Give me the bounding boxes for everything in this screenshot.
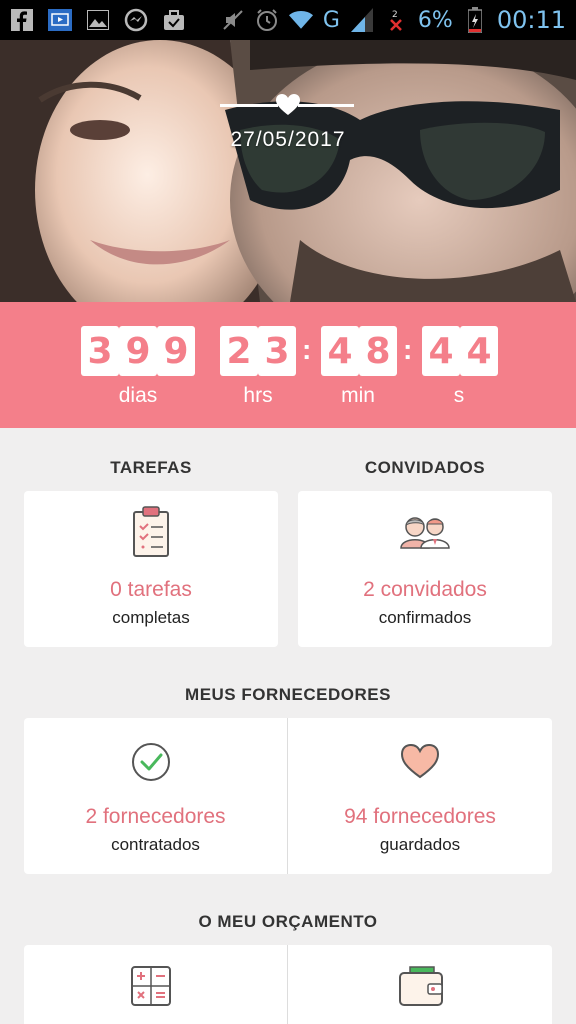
hired-suppliers-count: 2 fornecedores (85, 805, 226, 828)
countdown-digit: 3 (81, 326, 119, 376)
days-label: dias (118, 384, 158, 407)
signal-icon (350, 8, 374, 32)
countdown-digit: 2 (220, 326, 258, 376)
countdown-banner: 3 9 9 2 3 : 4 8 : 4 4 dias hrs min s (0, 302, 576, 428)
saved-suppliers-count: 94 fornecedores (344, 805, 496, 828)
mute-icon (221, 8, 245, 32)
minutes-label: min (341, 384, 375, 407)
guests-count: 2 convidados (363, 578, 487, 601)
battery-level: 6% (417, 7, 453, 33)
wifi-icon (288, 8, 313, 32)
wedding-date: 27/05/2017 (230, 128, 346, 151)
tasks-count: 0 tarefas (110, 578, 192, 601)
no-sim-icon: 2 (384, 8, 408, 32)
battery-icon (463, 7, 487, 33)
countdown-separator: : (302, 334, 312, 365)
budget-card (24, 945, 552, 1024)
status-bar: G 2 6% 00:11 (0, 0, 576, 40)
guests-card[interactable]: 2 convidados confirmados (298, 491, 552, 647)
alarm-icon (255, 8, 279, 32)
guests-sub-label: confirmados (378, 608, 472, 627)
heart-icon (400, 743, 440, 779)
tasks-card[interactable]: 0 tarefas completas (24, 491, 278, 647)
suppliers-title: MEUS FORNECEDORES (185, 685, 391, 704)
svg-text:2: 2 (392, 10, 398, 20)
budget-wallet-panel[interactable] (288, 945, 552, 1024)
couple-icon (400, 517, 450, 549)
budget-title: O MEU ORÇAMENTO (198, 912, 378, 931)
countdown-digit: 4 (422, 326, 460, 376)
clipboard-checklist-icon (133, 506, 169, 557)
network-type: G (322, 7, 340, 33)
tasks-sub-label: completas (112, 608, 190, 627)
couple-photo[interactable]: 27/05/2017 (0, 40, 576, 302)
saved-suppliers-sub-label: guardados (379, 835, 461, 854)
countdown-digit: 4 (460, 326, 498, 376)
guests-title: CONVIDADOS (364, 458, 486, 477)
wallet-icon (399, 966, 443, 1006)
heart-icon (276, 94, 300, 115)
countdown-digit: 9 (119, 326, 157, 376)
hired-suppliers-sub-label: contratados (111, 835, 200, 854)
check-circle-icon (132, 743, 170, 781)
countdown-digit: 3 (258, 326, 296, 376)
hired-suppliers-panel[interactable]: 2 fornecedores contratados (24, 718, 287, 874)
hours-label: hrs (243, 384, 273, 407)
budget-calculator-panel[interactable] (24, 945, 287, 1024)
countdown-digit: 8 (359, 326, 397, 376)
countdown-digit: 9 (157, 326, 195, 376)
video-icon (48, 8, 72, 32)
tasks-title: TAREFAS (110, 458, 192, 477)
gallery-icon (86, 8, 110, 32)
divider-line-left (220, 104, 278, 107)
photo-image (0, 40, 576, 302)
countdown-separator: : (403, 334, 413, 365)
clock: 00:11 (496, 6, 566, 34)
divider-line-right (298, 104, 354, 107)
saved-suppliers-panel[interactable]: 94 fornecedores guardados (288, 718, 552, 874)
calculator-icon (131, 966, 171, 1006)
messenger-icon (124, 8, 148, 32)
seconds-label: s (453, 384, 465, 407)
facebook-icon (10, 8, 34, 32)
suppliers-card: 2 fornecedores contratados 94 fornecedor… (24, 718, 552, 874)
work-bag-icon (162, 8, 186, 32)
countdown-digit: 4 (321, 326, 359, 376)
